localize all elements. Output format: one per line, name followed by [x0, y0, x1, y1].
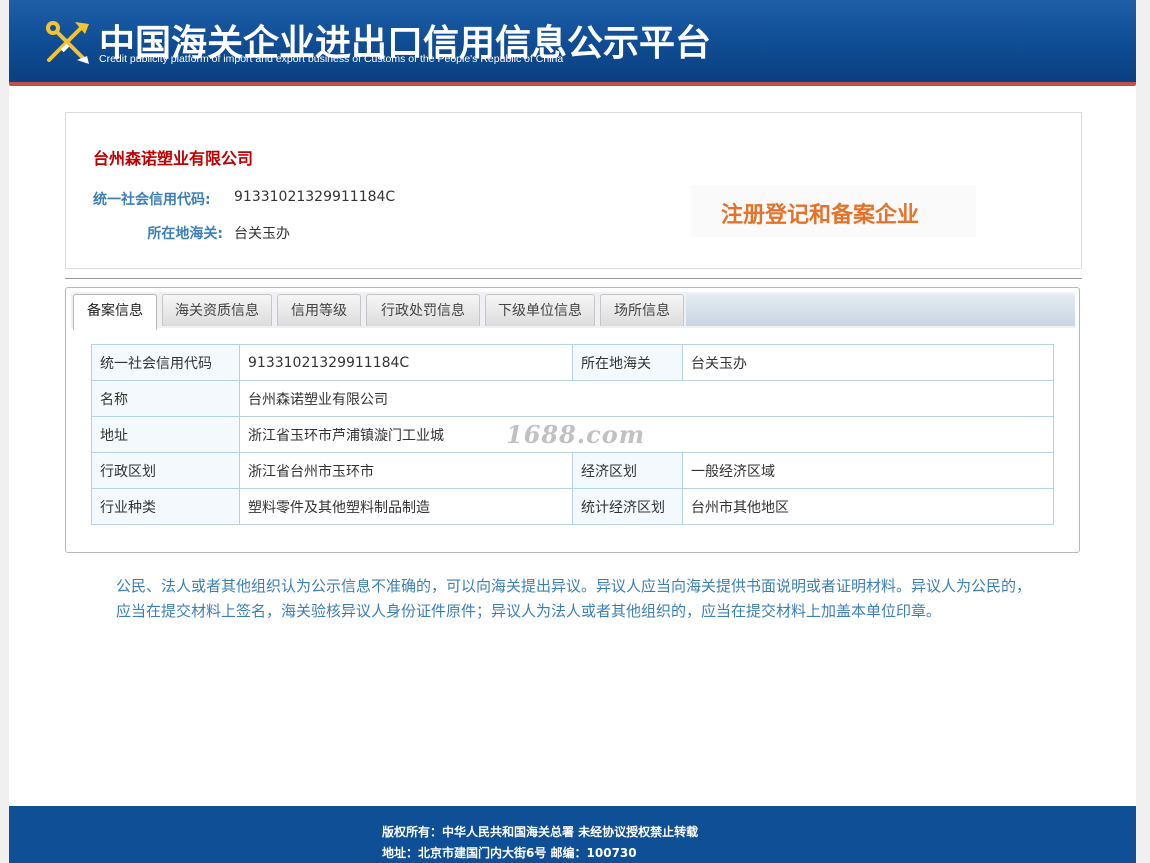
tab-record-info[interactable]: 备案信息 [73, 294, 157, 330]
customs-cell: 台关玉办 [682, 344, 1054, 381]
tab-customs-qualification[interactable]: 海关资质信息 [162, 294, 272, 326]
registration-badge-text: 注册登记和备案企业 [721, 203, 920, 228]
credit-code-value: 91331021329911184C [234, 189, 396, 205]
customs-value: 台关玉办 [234, 226, 290, 242]
admin-region-cell: 浙江省台州市玉环市 [239, 452, 573, 489]
tab-site-info[interactable]: 场所信息 [600, 294, 684, 326]
credit-code-label: 统一社会信用代码: [93, 192, 211, 208]
admin-region-label-cell: 行政区划 [91, 452, 240, 489]
industry-label-cell: 行业种类 [91, 488, 240, 525]
table-row: 行业种类 塑料零件及其他塑料制品制造 统计经济区划 台州市其他地区 [91, 488, 1054, 525]
registration-badge: 注册登记和备案企业 [691, 185, 976, 237]
tab-credit-rating[interactable]: 信用等级 [277, 294, 361, 326]
objection-notice: 公民、法人或者其他组织认为公示信息不准确的，可以向海关提出异议。异议人应当向海关… [116, 577, 1032, 620]
table-row: 统一社会信用代码 91331021329911184C 所在地海关 台关玉办 [91, 344, 1054, 381]
site-header: 中国海关企业进出口信用信息公示平台 Credit publicity platf… [9, 0, 1136, 86]
tab-bar-fill [686, 294, 1075, 326]
statistical-region-label-cell: 统计经济区划 [572, 488, 683, 525]
tab-bar: 备案信息 海关资质信息 信用等级 行政处罚信息 下级单位信息 场所信息 [71, 292, 1075, 330]
name-cell: 台州森诺塑业有限公司 [239, 380, 1054, 417]
site-subtitle: Credit publicity platform of import and … [99, 53, 564, 65]
site-footer: 版权所有：中华人民共和国海关总署 未经协议授权禁止转载 地址：北京市建国门内大街… [9, 806, 1136, 863]
credit-code-label-cell: 统一社会信用代码 [91, 344, 240, 381]
company-summary: 台州森诺塑业有限公司 统一社会信用代码: 91331021329911184C … [65, 112, 1082, 269]
table-row: 行政区划 浙江省台州市玉环市 经济区划 一般经济区域 [91, 452, 1054, 489]
customs-emblem-icon [46, 21, 89, 64]
address-label-cell: 地址 [91, 416, 240, 453]
footer-address: 地址：北京市建国门内大街6号 邮编：100730 [382, 846, 637, 860]
table-row: 名称 台州森诺塑业有限公司 [91, 380, 1054, 417]
statistical-region-cell: 台州市其他地区 [682, 488, 1054, 525]
industry-cell: 塑料零件及其他塑料制品制造 [239, 488, 573, 525]
page: 中国海关企业进出口信用信息公示平台 Credit publicity platf… [9, 0, 1136, 863]
economic-region-cell: 一般经济区域 [682, 452, 1054, 489]
company-name: 台州森诺塑业有限公司 [93, 149, 254, 168]
tab-administrative-penalty[interactable]: 行政处罚信息 [366, 294, 480, 326]
watermark: 1688.com [506, 420, 646, 449]
customs-label: 所在地海关: [147, 226, 223, 242]
footer-copyright: 版权所有：中华人民共和国海关总署 未经协议授权禁止转载 [382, 825, 699, 839]
tab-subordinate-units[interactable]: 下级单位信息 [485, 294, 595, 326]
name-label-cell: 名称 [91, 380, 240, 417]
customs-label-cell: 所在地海关 [572, 344, 683, 381]
credit-code-cell: 91331021329911184C [239, 344, 573, 381]
divider [65, 278, 1082, 279]
economic-region-label-cell: 经济区划 [572, 452, 683, 489]
address-cell: 浙江省玉环市芦浦镇漩门工业城 [239, 416, 1054, 453]
